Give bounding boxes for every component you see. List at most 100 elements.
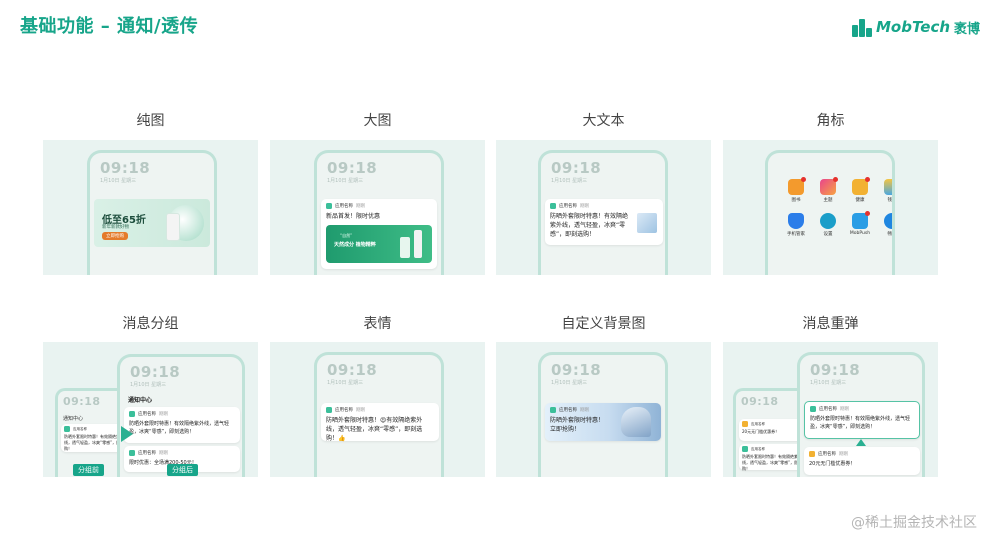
shield-icon [788, 213, 804, 229]
app-icon [810, 406, 816, 412]
jacket-image [621, 407, 651, 437]
lock-date: 1月10日 星期三 [100, 178, 137, 184]
feature-label-repop: 消息重弹 [802, 316, 859, 332]
notification-card[interactable]: 应用名称 刚刚 防晒外套限时特惠！😍有效隔绝紫外线，透气轻盈，冰爽“零感”，即刻选… [321, 403, 439, 442]
tag-before-group: 分组前 [73, 464, 104, 476]
app-icon [742, 446, 748, 452]
app-label: 手机管家 [787, 232, 805, 237]
app-icon [326, 407, 332, 413]
app-name: 应用名称 [818, 452, 836, 457]
notification-card-custom-bg[interactable]: 应用名称 刚刚 防晒外套限时特惠！ 立即抢购！ [545, 403, 661, 441]
feature-label-custom-bg: 自定义背景图 [561, 316, 646, 332]
logo-cn-text: 袤博 [954, 21, 981, 37]
card-repop: 09:18 应用名称 20元无门槛优惠券！ 应用名称 防晒外套限时特惠！有效隔绝… [723, 342, 938, 477]
logo-mark-icon [852, 17, 872, 37]
app-label: 健康 [855, 198, 865, 203]
lock-time: 09:18 [327, 159, 378, 177]
notification-text: 防晒外套限时特惠！有效隔绝紫外线，透气轻盈，冰爽“零感”，即刻选购！ [550, 213, 629, 238]
feature-label-badge: 角标 [816, 113, 845, 129]
app-books[interactable]: 图书 [780, 177, 812, 203]
notification-text: 防晒外套限时特惠！有效隔绝紫外线，透气轻盈，冰爽“零感”，即刻选购！ [129, 421, 230, 435]
notification-text: 防晒外套限时特惠！有效隔绝紫外线，透气轻盈，冰爽“零感”，即刻选购！ [810, 416, 911, 430]
notification-center-title: 通知中心 [63, 416, 84, 422]
lock-date: 1月10日 星期三 [327, 380, 364, 386]
tag-after-group: 分组后 [167, 464, 198, 476]
lock-date: 1月10日 星期三 [327, 178, 364, 184]
notification-card[interactable]: 应用名称 刚刚 防晒外套限时特惠！有效隔绝紫外线，透气轻盈，冰爽“零感”，即刻选购… [124, 407, 240, 443]
lock-time: 09:18 [100, 159, 151, 177]
watermark: @稀土掘金技术社区 [851, 515, 977, 531]
notification-text: 20元无门槛优惠券！ [809, 461, 856, 467]
app-label: 畅连 [887, 232, 893, 237]
phone-after-repop: 09:18 1月10日 星期三 应用名称 刚刚 防晒外套限时特惠！有效隔绝紫外线，… [797, 352, 925, 477]
big-image-banner: “自然” 天然成分 植物精粹 [326, 225, 432, 263]
notification-time: 刚刚 [840, 407, 849, 412]
product-bottle [414, 230, 422, 258]
notification-time: 刚刚 [159, 412, 168, 417]
app-icon [809, 451, 815, 457]
phone-mockup: 09:18 1月10日 星期三 应用名称 刚刚 防晒外套限时特惠！😍有效隔绝紫外线… [314, 352, 444, 477]
lock-time: 09:18 [551, 159, 602, 177]
lock-date: 1月10日 星期三 [810, 380, 847, 386]
app-icon [550, 203, 556, 209]
app-icon [129, 450, 135, 456]
notification-time: 刚刚 [580, 408, 589, 413]
app-name: 应用名称 [751, 421, 765, 426]
app-icon [129, 411, 135, 417]
app-wallet[interactable]: 钱包 [876, 179, 893, 203]
thumbnail-image [637, 213, 657, 233]
app-grid: 图书 主题 健康 钱包 手机管家 设置 MobPush 畅连 [780, 177, 893, 237]
notification-time: 刚刚 [159, 451, 168, 456]
card-group: 09:18 通知中心 应用名称 防晒外套限时特惠！有效隔绝紫外线，透气轻盈，冰爽… [43, 342, 258, 477]
notification-card[interactable]: 应用名称 刚刚 新品首发！限时优惠 “自然” 天然成分 植物精粹 [321, 199, 437, 269]
app-name: 应用名称 [335, 408, 353, 413]
lock-time: 09:18 [130, 363, 181, 381]
app-meetime[interactable]: 畅连 [876, 213, 893, 237]
card-custom-bg: 09:18 1月10日 星期三 应用名称 刚刚 防晒外套限时特惠！ 立即抢购！ [496, 342, 711, 477]
phone-after-group: 09:18 1月10日 星期三 通知中心 应用名称 刚刚 防晒外套限时特惠！有效隔… [117, 354, 245, 477]
phone-mockup: 09:18 1月10日 星期三 应用名称 刚刚 防晒外套限时特惠！有效隔绝紫外线，… [538, 150, 668, 275]
app-health[interactable]: 健康 [844, 177, 876, 203]
app-icon [742, 421, 748, 427]
app-theme[interactable]: 主题 [812, 177, 844, 203]
app-icon [64, 426, 70, 432]
heart-icon [852, 177, 870, 195]
app-name: 应用名称 [138, 451, 156, 456]
feature-label-big-text: 大文本 [582, 113, 625, 129]
notification-card[interactable]: 应用名称 刚刚 20元无门槛优惠券！ [804, 447, 920, 475]
notification-card[interactable]: 应用名称 刚刚 防晒外套限时特惠！有效隔绝紫外线，透气轻盈，冰爽“零感”，即刻选购… [545, 199, 663, 245]
app-mobpush[interactable]: MobPush [844, 211, 876, 237]
notification-time: 刚刚 [839, 452, 848, 457]
feature-label-big-image: 大图 [363, 113, 392, 129]
card-emoji: 09:18 1月10日 星期三 应用名称 刚刚 防晒外套限时特惠！😍有效隔绝紫外线… [270, 342, 485, 477]
arrow-up-icon [856, 439, 866, 446]
notification-time: 刚刚 [580, 204, 589, 209]
lock-date: 1月10日 星期三 [130, 382, 167, 388]
app-label: 钱包 [887, 198, 893, 203]
notification-text: 新品首发！限时优惠 [326, 213, 381, 220]
app-name: 应用名称 [73, 426, 87, 431]
app-phone-manager[interactable]: 手机管家 [780, 213, 812, 237]
lock-date: 1月10日 星期三 [551, 178, 588, 184]
app-icon [550, 407, 556, 413]
feature-label-emoji: 表情 [363, 316, 392, 332]
theme-icon [820, 177, 838, 195]
gear-icon [820, 213, 836, 229]
app-settings[interactable]: 设置 [812, 213, 844, 237]
app-icon [326, 203, 332, 209]
card-pure-image: 09:18 1月10日 星期三 低至65折 新年新款好物 立即抢购 [43, 140, 258, 275]
app-name: 应用名称 [335, 204, 353, 209]
app-name: 应用名称 [751, 446, 765, 451]
lock-date: 1月10日 星期三 [551, 380, 588, 386]
notification-card-repopped[interactable]: 应用名称 刚刚 防晒外套限时特惠！有效隔绝紫外线，透气轻盈，冰爽“零感”，即刻选购… [804, 401, 920, 439]
arrow-right-icon [121, 426, 133, 442]
notification-text: 防晒外套限时特惠！😍有效隔绝紫外线，透气轻盈，冰爽“零感”，即刻选购！👍 [326, 417, 423, 442]
page-title: 基础功能 – 通知/透传 [20, 16, 199, 37]
app-name: 应用名称 [559, 204, 577, 209]
banner-main-text: 天然成分 植物精粹 [334, 242, 376, 248]
banner-sub: 新年新款好物 [102, 225, 129, 230]
card-big-image: 09:18 1月10日 星期三 应用名称 刚刚 新品首发！限时优惠 “自然” 天然… [270, 140, 485, 275]
card-big-text: 09:18 1月10日 星期三 应用名称 刚刚 防晒外套限时特惠！有效隔绝紫外线，… [496, 140, 711, 275]
lock-time: 09:18 [63, 395, 101, 408]
banner-buy-button[interactable]: 立即抢购 [102, 232, 128, 240]
